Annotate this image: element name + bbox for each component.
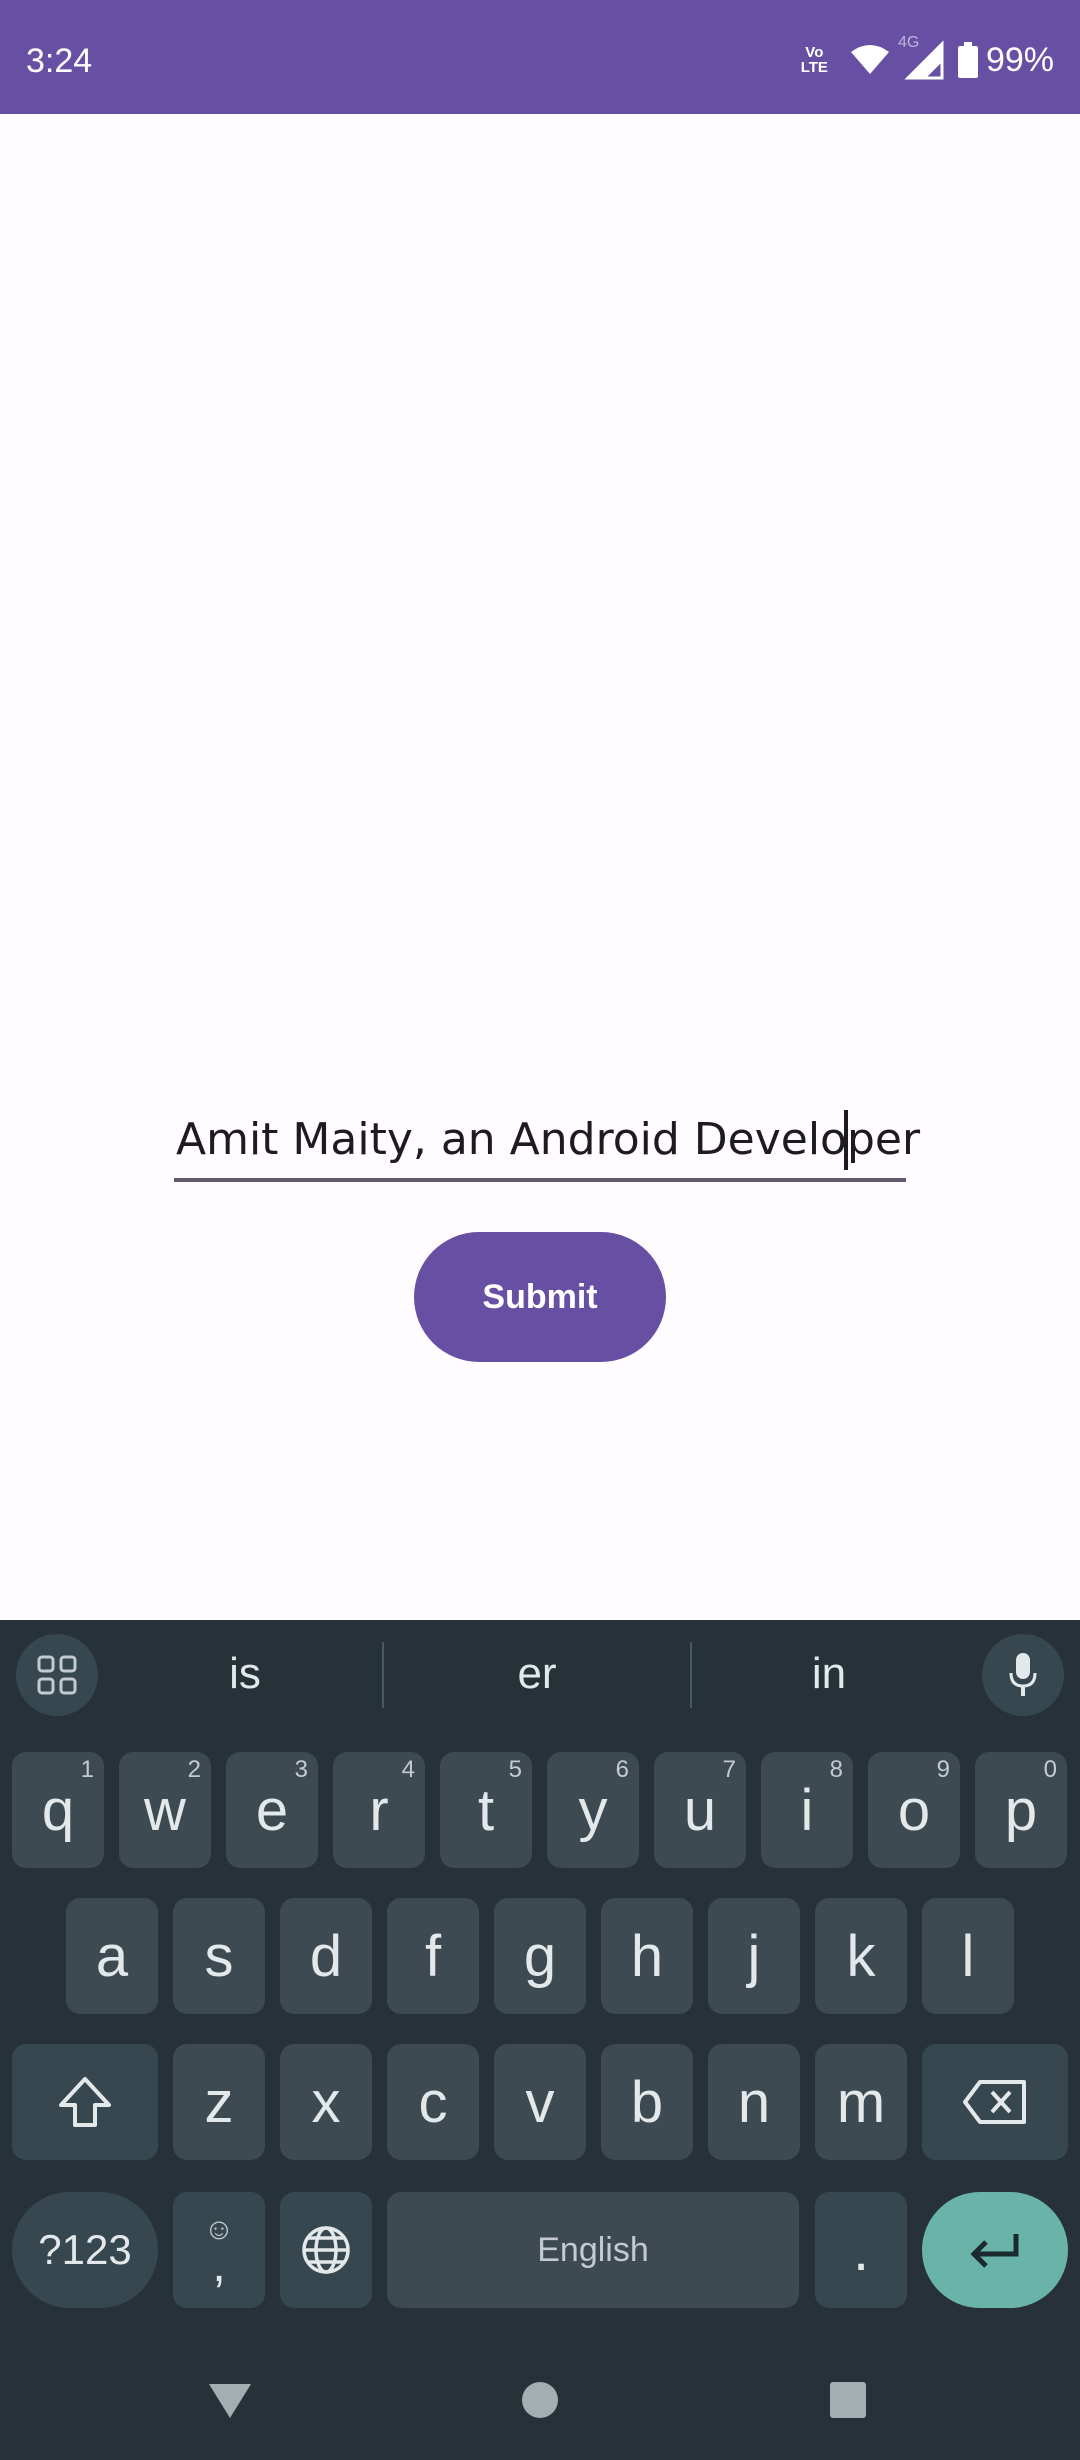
period-key[interactable]: . (815, 2192, 907, 2308)
key-l[interactable]: l (922, 1898, 1014, 2014)
microphone-icon[interactable] (982, 1634, 1064, 1716)
navigation-bar (0, 2340, 1080, 2460)
globe-icon (302, 2226, 350, 2274)
clock: 3:24 (26, 42, 93, 80)
key-j[interactable]: j (708, 1898, 800, 2014)
backspace-icon (963, 2080, 1026, 2124)
battery-percent: 99% (985, 41, 1054, 79)
status-icons: Vo LTE 4G 99% (800, 34, 1054, 80)
shift-icon (59, 2077, 111, 2127)
key-z[interactable]: z (173, 2044, 265, 2160)
key-w[interactable]: w2 (119, 1752, 211, 1868)
key-q[interactable]: q1 (12, 1752, 104, 1868)
key-r[interactable]: r4 (333, 1752, 425, 1868)
text-caret (844, 1110, 848, 1170)
key-b[interactable]: b (601, 2044, 693, 2160)
status-bar: 3:24 Vo LTE 4G 99% (0, 0, 1080, 114)
language-key[interactable] (280, 2192, 372, 2308)
text-input[interactable]: Amit Maity, an Android Developer (174, 1100, 920, 1182)
enter-icon (970, 2234, 1019, 2268)
shift-key[interactable] (12, 2044, 158, 2160)
key-n[interactable]: n (708, 2044, 800, 2160)
home-icon[interactable] (510, 2370, 570, 2430)
recents-icon[interactable] (818, 2370, 878, 2430)
key-k[interactable]: k (815, 1898, 907, 2014)
text-input-value[interactable]: Amit Maity, an Android Developer (176, 1114, 920, 1165)
signal-icon: 4G (898, 34, 946, 80)
battery-icon (957, 42, 978, 78)
key-c[interactable]: c (387, 2044, 479, 2160)
key-v[interactable]: v (494, 2044, 586, 2160)
enter-key[interactable] (922, 2192, 1068, 2308)
key-f[interactable]: f (387, 1898, 479, 2014)
key-x[interactable]: x (280, 2044, 372, 2160)
emoji-comma-key[interactable]: ☺ , (173, 2192, 265, 2308)
key-a[interactable]: a (66, 1898, 158, 2014)
soft-keyboard: is er in q1 w2 e3 r4 t5 y6 u7 i8 o9 p0 a… (0, 1620, 1080, 2460)
backspace-key[interactable] (922, 2044, 1068, 2160)
space-key[interactable]: English (387, 2192, 799, 2308)
volte-icon: Vo LTE (800, 44, 828, 76)
apps-grid-icon[interactable] (16, 1634, 98, 1716)
suggestion-bar: is er in (0, 1620, 1080, 1730)
back-icon[interactable] (200, 2370, 260, 2430)
key-h[interactable]: h (601, 1898, 693, 2014)
key-y[interactable]: y6 (547, 1752, 639, 1868)
suggestion-1[interactable]: is (100, 1644, 390, 1704)
key-p[interactable]: p0 (975, 1752, 1067, 1868)
key-i[interactable]: i8 (761, 1752, 853, 1868)
symbols-key[interactable]: ?123 (12, 2192, 158, 2308)
suggestion-divider (382, 1642, 384, 1708)
suggestion-3[interactable]: in (684, 1644, 974, 1704)
key-g[interactable]: g (494, 1898, 586, 2014)
key-m[interactable]: m (815, 2044, 907, 2160)
suggestion-2[interactable]: er (392, 1644, 682, 1704)
wifi-icon (850, 45, 889, 74)
key-s[interactable]: s (173, 1898, 265, 2014)
key-t[interactable]: t5 (440, 1752, 532, 1868)
key-e[interactable]: e3 (226, 1752, 318, 1868)
key-o[interactable]: o9 (868, 1752, 960, 1868)
submit-button[interactable]: Submit (414, 1232, 666, 1362)
key-u[interactable]: u7 (654, 1752, 746, 1868)
key-d[interactable]: d (280, 1898, 372, 2014)
